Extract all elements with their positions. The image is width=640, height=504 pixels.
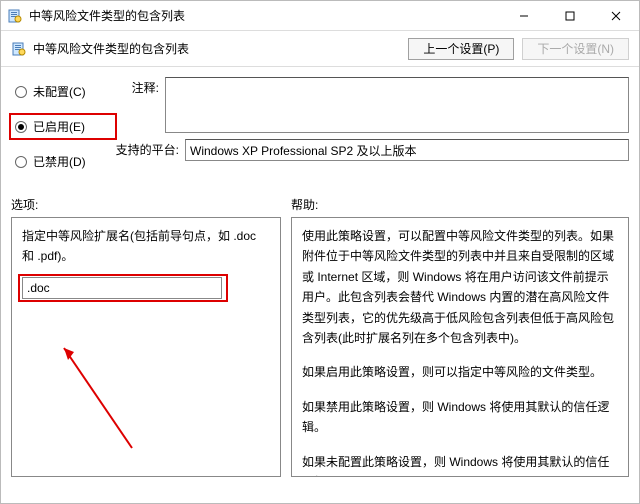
radio-label: 已启用(E) bbox=[33, 118, 85, 135]
radio-disabled[interactable]: 已禁用(D) bbox=[11, 151, 111, 172]
help-text: 如果禁用此策略设置，则 Windows 将使用其默认的信任逻辑。 bbox=[302, 397, 618, 438]
radio-label: 已禁用(D) bbox=[33, 153, 86, 170]
titlebar: 中等风险文件类型的包含列表 bbox=[1, 1, 639, 31]
comment-label: 注释: bbox=[111, 77, 159, 96]
lower-panels: 指定中等风险扩展名(包括前导句点，如 .doc 和 .pdf)。 使用此策略设置… bbox=[11, 217, 629, 477]
help-text: 使用此策略设置，可以配置中等风险文件类型的列表。如果附件位于中等风险文件类型的列… bbox=[302, 226, 618, 348]
next-setting-button: 下一个设置(N) bbox=[522, 38, 629, 60]
window-title: 中等风险文件类型的包含列表 bbox=[29, 7, 501, 24]
close-button[interactable] bbox=[593, 1, 639, 30]
options-panel: 指定中等风险扩展名(包括前导句点，如 .doc 和 .pdf)。 bbox=[11, 217, 281, 477]
previous-setting-button[interactable]: 上一个设置(P) bbox=[408, 38, 514, 60]
platform-label: 支持的平台: bbox=[111, 139, 179, 158]
supported-platform-field: Windows XP Professional SP2 及以上版本 bbox=[185, 139, 629, 161]
columns-header: 选项: 帮助: bbox=[11, 196, 629, 213]
help-text: 如果启用此策略设置，则可以指定中等风险的文件类型。 bbox=[302, 362, 618, 382]
subheader-title: 中等风险文件类型的包含列表 bbox=[33, 40, 408, 57]
radio-label: 未配置(C) bbox=[33, 83, 86, 100]
minimize-button[interactable] bbox=[501, 1, 547, 30]
subheader: 中等风险文件类型的包含列表 上一个设置(P) 下一个设置(N) bbox=[1, 31, 639, 67]
radio-icon bbox=[15, 156, 27, 168]
extensions-input[interactable] bbox=[22, 277, 222, 299]
help-panel: 使用此策略设置，可以配置中等风险文件类型的列表。如果附件位于中等风险文件类型的列… bbox=[291, 217, 629, 477]
policy-icon bbox=[11, 41, 27, 57]
options-heading: 选项: bbox=[11, 196, 281, 213]
radio-not-configured[interactable]: 未配置(C) bbox=[11, 81, 111, 102]
policy-icon bbox=[7, 8, 23, 24]
radio-icon bbox=[15, 86, 27, 98]
radio-enabled[interactable]: 已启用(E) bbox=[11, 116, 111, 137]
maximize-button[interactable] bbox=[547, 1, 593, 30]
window-controls bbox=[501, 1, 639, 30]
radio-icon bbox=[15, 121, 27, 133]
help-text: 如果未配置此策略设置，则 Windows 将使用其默认的信任逻辑。 bbox=[302, 452, 618, 477]
options-description: 指定中等风险扩展名(包括前导句点，如 .doc 和 .pdf)。 bbox=[22, 226, 270, 267]
comment-textarea[interactable] bbox=[165, 77, 629, 133]
help-heading: 帮助: bbox=[281, 196, 629, 213]
annotation-arrow-icon bbox=[52, 338, 172, 458]
config-area: 未配置(C) 已启用(E) 已禁用(D) 注释: 支持的平台: Windows … bbox=[1, 67, 639, 176]
dialog-window: 中等风险文件类型的包含列表 中等风险文件类型的包含列表 bbox=[0, 0, 640, 504]
state-radio-group: 未配置(C) 已启用(E) 已禁用(D) bbox=[11, 77, 111, 172]
